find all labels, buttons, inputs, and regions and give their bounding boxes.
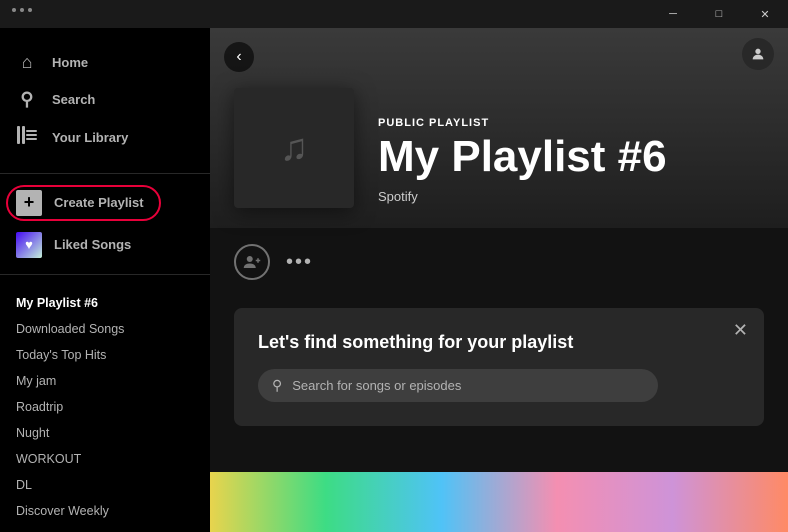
sidebar-item-search-label: Search bbox=[52, 92, 95, 107]
main-content: ‹ ♫ PUBLIC PLAYLIST My Playlist #6 Spoti… bbox=[210, 28, 788, 532]
playlist-item-dl[interactable]: DL bbox=[0, 472, 210, 498]
playlist-item-nught[interactable]: Nught bbox=[0, 420, 210, 446]
add-user-button[interactable] bbox=[234, 244, 270, 280]
search-bar: ⚲ bbox=[258, 369, 658, 402]
playlist-item-discoverweekly[interactable]: Discover Weekly bbox=[0, 498, 210, 524]
library-icon bbox=[16, 126, 38, 149]
create-playlist-button[interactable]: + Create Playlist bbox=[0, 182, 210, 224]
playlist-item-downloaded[interactable]: Downloaded Songs bbox=[0, 316, 210, 342]
playlist-item-workout[interactable]: WORKOUT bbox=[0, 446, 210, 472]
sidebar-nav: ⌂ Home ⚲ Search Your Library bbox=[0, 28, 210, 165]
search-input[interactable] bbox=[292, 378, 644, 393]
sidebar-item-library[interactable]: Your Library bbox=[0, 118, 210, 157]
sidebar-divider bbox=[0, 173, 210, 174]
user-button[interactable] bbox=[742, 38, 774, 70]
sidebar-item-home[interactable]: ⌂ Home bbox=[0, 44, 210, 81]
playlist-type-label: PUBLIC PLAYLIST bbox=[378, 117, 667, 129]
content-body: ••• ✕ Let's find something for your play… bbox=[210, 228, 788, 472]
playlist-item-roadtrip[interactable]: Roadtrip bbox=[0, 394, 210, 420]
find-songs-close-button[interactable]: ✕ bbox=[733, 320, 748, 341]
playlist-item-myjam[interactable]: My jam bbox=[0, 368, 210, 394]
sidebar-item-home-label: Home bbox=[52, 55, 88, 70]
sidebar-item-search[interactable]: ⚲ Search bbox=[0, 81, 210, 118]
liked-songs-label: Liked Songs bbox=[54, 237, 131, 252]
action-bar: ••• bbox=[234, 244, 764, 280]
bottom-colorbar bbox=[210, 472, 788, 532]
maximize-button[interactable]: □ bbox=[696, 0, 742, 28]
playlist-item-tophits[interactable]: Today's Top Hits bbox=[0, 342, 210, 368]
playlist-list: My Playlist #6 Downloaded Songs Today's … bbox=[0, 282, 210, 532]
playlist-cover: ♫ bbox=[234, 88, 354, 208]
sidebar-item-library-label: Your Library bbox=[52, 130, 128, 145]
playlist-title: My Playlist #6 bbox=[378, 133, 667, 181]
close-button[interactable]: ✕ bbox=[742, 0, 788, 28]
playlist-item-myplist6[interactable]: My Playlist #6 bbox=[0, 290, 210, 316]
search-icon-inner: ⚲ bbox=[272, 377, 282, 394]
dot3 bbox=[28, 8, 32, 12]
playlist-owner: Spotify bbox=[378, 189, 667, 204]
heart-icon: ♥ bbox=[16, 232, 42, 258]
back-button[interactable]: ‹ bbox=[224, 42, 254, 72]
sidebar: ⌂ Home ⚲ Search Your Library bbox=[0, 28, 210, 532]
find-songs-title: Let's find something for your playlist bbox=[258, 332, 740, 353]
home-icon: ⌂ bbox=[16, 52, 38, 73]
sidebar-divider-2 bbox=[0, 274, 210, 275]
plus-icon: + bbox=[16, 190, 42, 216]
more-options-button[interactable]: ••• bbox=[286, 251, 313, 274]
playlist-info: PUBLIC PLAYLIST My Playlist #6 Spotify bbox=[378, 117, 667, 208]
minimize-button[interactable]: ─ bbox=[650, 0, 696, 28]
liked-songs-button[interactable]: ♥ Liked Songs bbox=[0, 224, 210, 266]
create-playlist-label: Create Playlist bbox=[54, 195, 144, 210]
search-icon: ⚲ bbox=[16, 89, 38, 110]
find-songs-section: ✕ Let's find something for your playlist… bbox=[234, 308, 764, 426]
music-note-icon: ♫ bbox=[280, 127, 309, 170]
dot1 bbox=[12, 8, 16, 12]
dot2 bbox=[20, 8, 24, 12]
playlist-header: ‹ ♫ PUBLIC PLAYLIST My Playlist #6 Spoti… bbox=[210, 28, 788, 228]
